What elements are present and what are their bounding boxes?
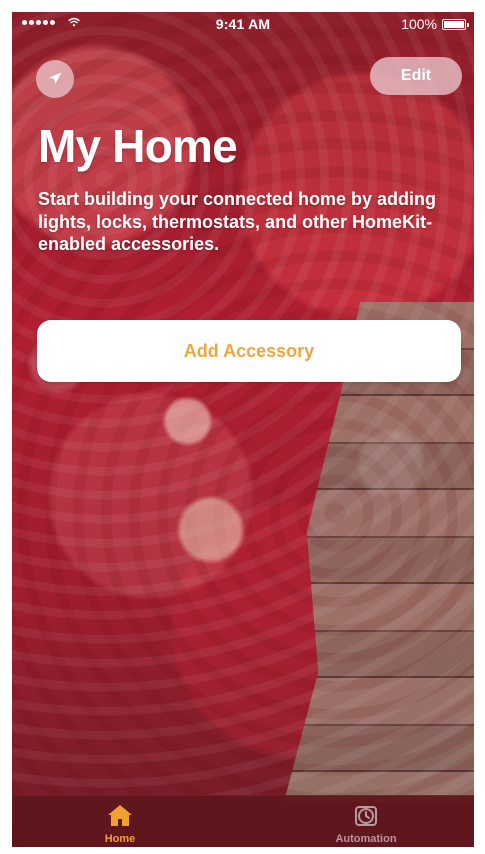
tab-automation[interactable]: Automation bbox=[306, 800, 426, 845]
page-title: My Home bbox=[38, 120, 238, 172]
status-bar: 9:41 AM 100% bbox=[12, 12, 474, 40]
tab-home-label: Home bbox=[104, 832, 136, 845]
tab-bar: Home Automation bbox=[12, 795, 474, 847]
home-icon bbox=[103, 801, 137, 831]
battery-percentage: 100% bbox=[401, 16, 437, 32]
location-button[interactable] bbox=[36, 60, 74, 98]
add-accessory-button[interactable]: Add Accessory bbox=[37, 320, 461, 382]
edit-button[interactable]: Edit bbox=[370, 57, 462, 95]
tab-automation-label: Automation bbox=[335, 832, 397, 845]
battery-status: 100% bbox=[401, 16, 469, 32]
battery-icon bbox=[442, 18, 469, 30]
home-intro: My Home Start building your connected ho… bbox=[38, 122, 448, 256]
location-arrow-icon bbox=[49, 72, 62, 84]
home-description: Start building your connected home by ad… bbox=[38, 189, 437, 255]
phone-screen: 9:41 AM 100% Edit My Home Start building… bbox=[12, 12, 474, 847]
clock-icon bbox=[349, 801, 383, 831]
tab-home[interactable]: Home bbox=[60, 800, 180, 845]
